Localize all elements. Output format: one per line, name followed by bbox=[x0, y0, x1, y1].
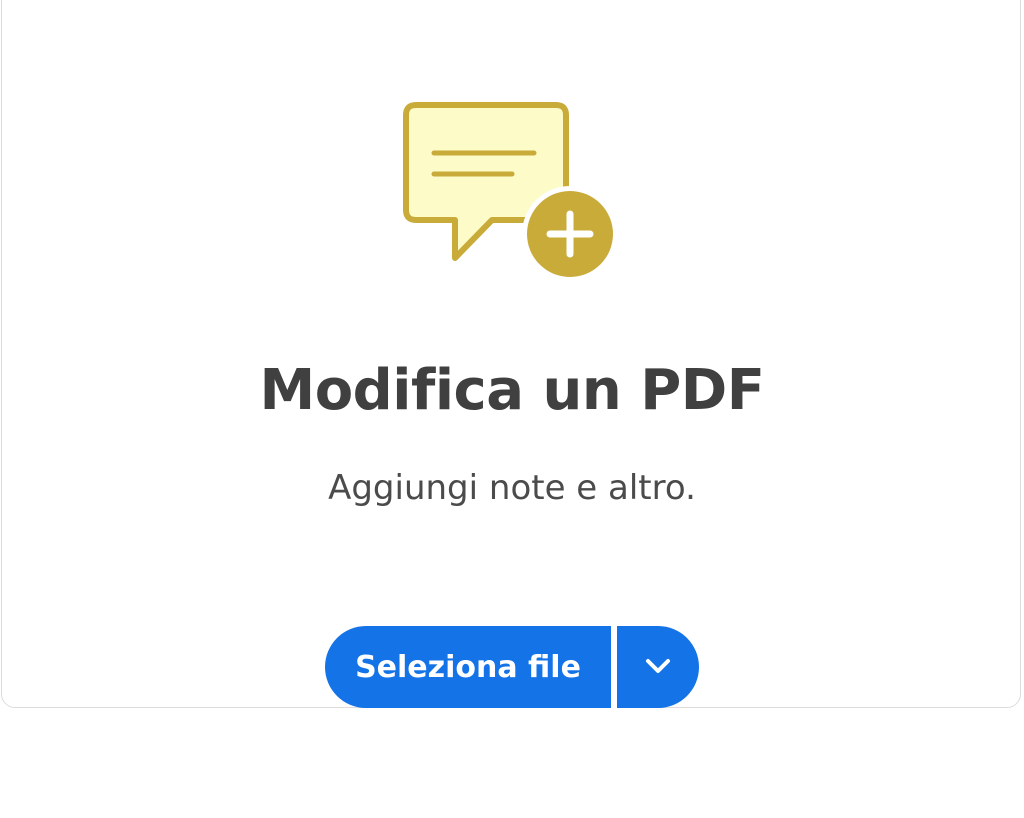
chevron-down-icon bbox=[643, 656, 673, 679]
page-subtitle: Aggiungi note e altro. bbox=[328, 468, 696, 508]
select-file-button-label: Seleziona file bbox=[355, 649, 581, 685]
select-file-dropdown-button[interactable] bbox=[617, 626, 699, 708]
page-title: Modifica un PDF bbox=[259, 358, 765, 423]
comment-add-icon bbox=[400, 100, 620, 282]
select-file-button[interactable]: Seleziona file bbox=[325, 626, 611, 708]
select-file-split-button: Seleziona file bbox=[325, 626, 699, 708]
